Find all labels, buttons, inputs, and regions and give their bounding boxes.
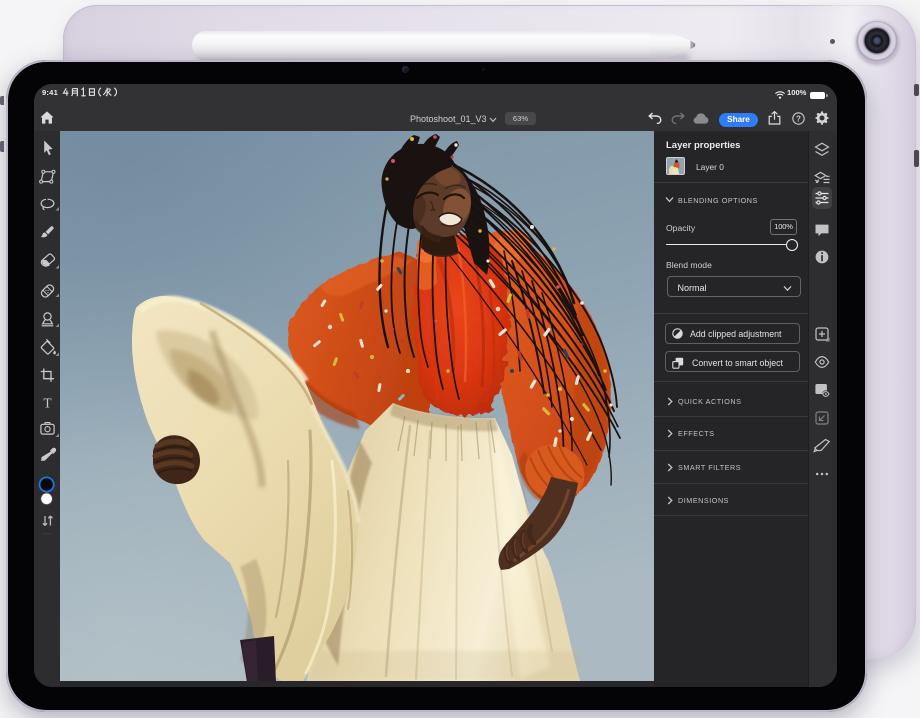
svg-text:T: T [43,395,52,410]
svg-text:?: ? [796,114,801,123]
